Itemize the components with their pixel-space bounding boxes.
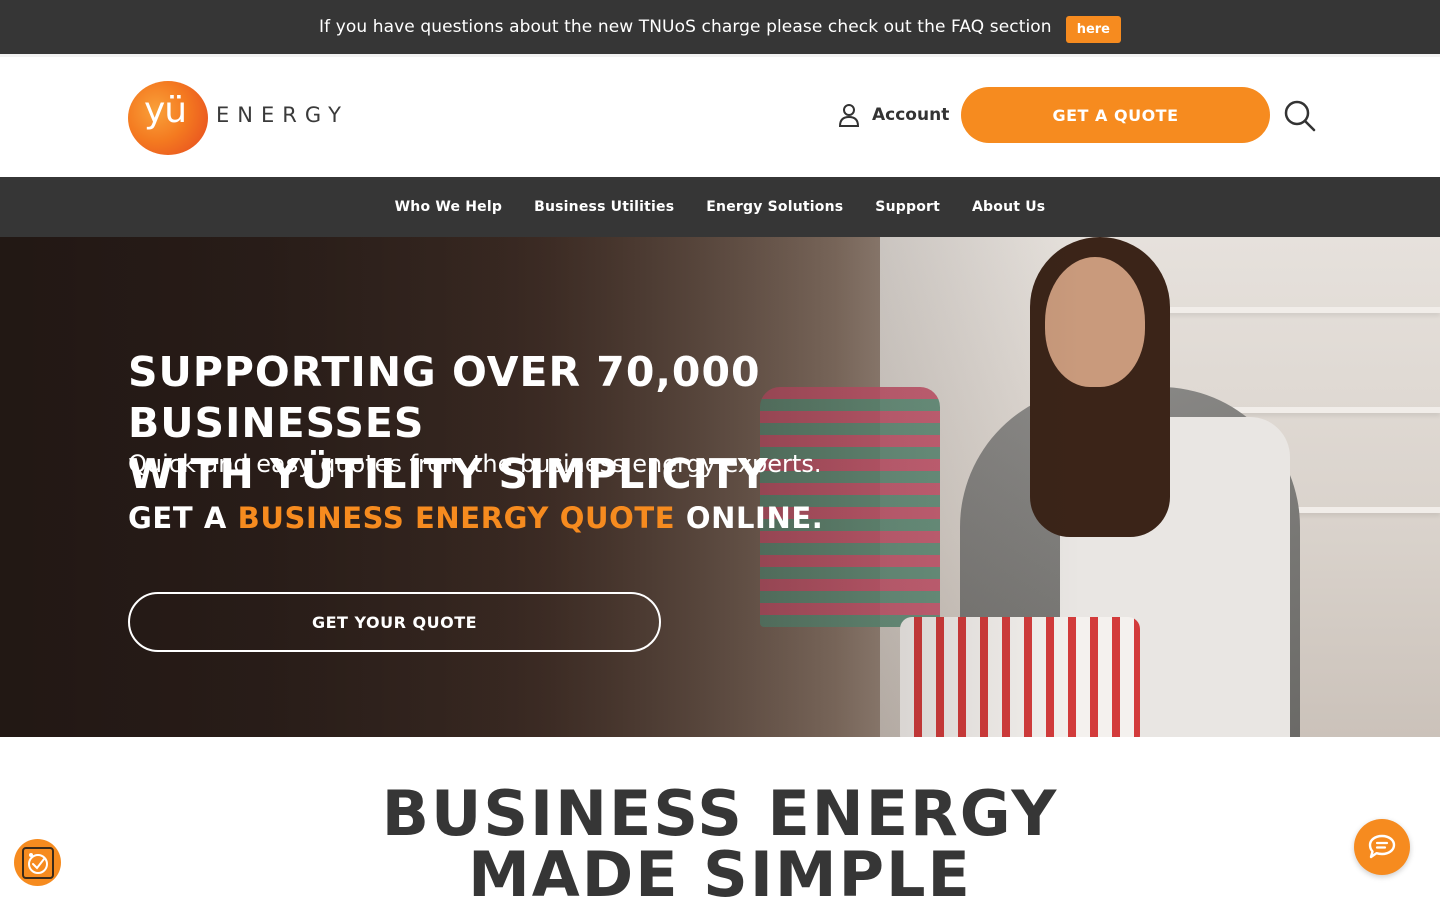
search-button[interactable] xyxy=(1283,99,1317,133)
user-icon xyxy=(838,104,860,127)
section-title: BUSINESS ENERGY MADE SIMPLE xyxy=(0,783,1440,900)
account-label: Account xyxy=(872,105,950,125)
nav-item-support[interactable]: Support xyxy=(875,199,940,215)
nav-item-business-utilities[interactable]: Business Utilities xyxy=(534,199,674,215)
nav-item-about-us[interactable]: About Us xyxy=(972,199,1045,215)
hero-cta-prefix: GET A xyxy=(128,501,238,535)
section-title-line: BUSINESS ENERGY xyxy=(381,777,1059,850)
chat-icon xyxy=(1368,834,1396,859)
nav-item-energy-solutions[interactable]: Energy Solutions xyxy=(706,199,843,215)
hero-cta-heading: GET A BUSINESS ENERGY QUOTE ONLINE. xyxy=(128,501,823,535)
nav-item-who-we-help[interactable]: Who We Help xyxy=(395,199,502,215)
cookie-settings-icon xyxy=(21,846,54,879)
announcement-bar: If you have questions about the new TNUo… xyxy=(0,0,1440,54)
section-title-line: MADE SIMPLE xyxy=(468,838,972,900)
hero-cta-suffix: ONLINE. xyxy=(675,501,824,535)
site-header: yü ENERGY Account GET A QUOTE xyxy=(0,54,1440,177)
announcement-text: If you have questions about the new TNUo… xyxy=(319,17,1052,37)
main-nav: Who We Help Business Utilities Energy So… xyxy=(0,177,1440,237)
hero-banner: SUPPORTING OVER 70,000 BUSINESSES WITH Y… xyxy=(0,237,1440,737)
logo[interactable]: yü ENERGY xyxy=(128,78,358,158)
cookie-settings-button[interactable] xyxy=(14,839,61,886)
account-link[interactable]: Account xyxy=(838,103,949,127)
get-a-quote-button[interactable]: GET A QUOTE xyxy=(961,87,1270,143)
chat-button[interactable] xyxy=(1354,819,1410,875)
announcement-link-button[interactable]: here xyxy=(1065,15,1121,43)
search-icon xyxy=(1284,100,1316,132)
logo-wordmark: ENERGY xyxy=(216,103,349,127)
hero-cta-accent: BUSINESS ENERGY QUOTE xyxy=(237,501,676,535)
logo-mark-text: yü xyxy=(144,90,187,131)
hero-title-line: SUPPORTING OVER 70,000 BUSINESSES xyxy=(128,348,761,447)
get-your-quote-button[interactable]: GET YOUR QUOTE xyxy=(128,592,661,652)
hero-subtitle: Quick and easy quotes from the business … xyxy=(128,450,822,478)
